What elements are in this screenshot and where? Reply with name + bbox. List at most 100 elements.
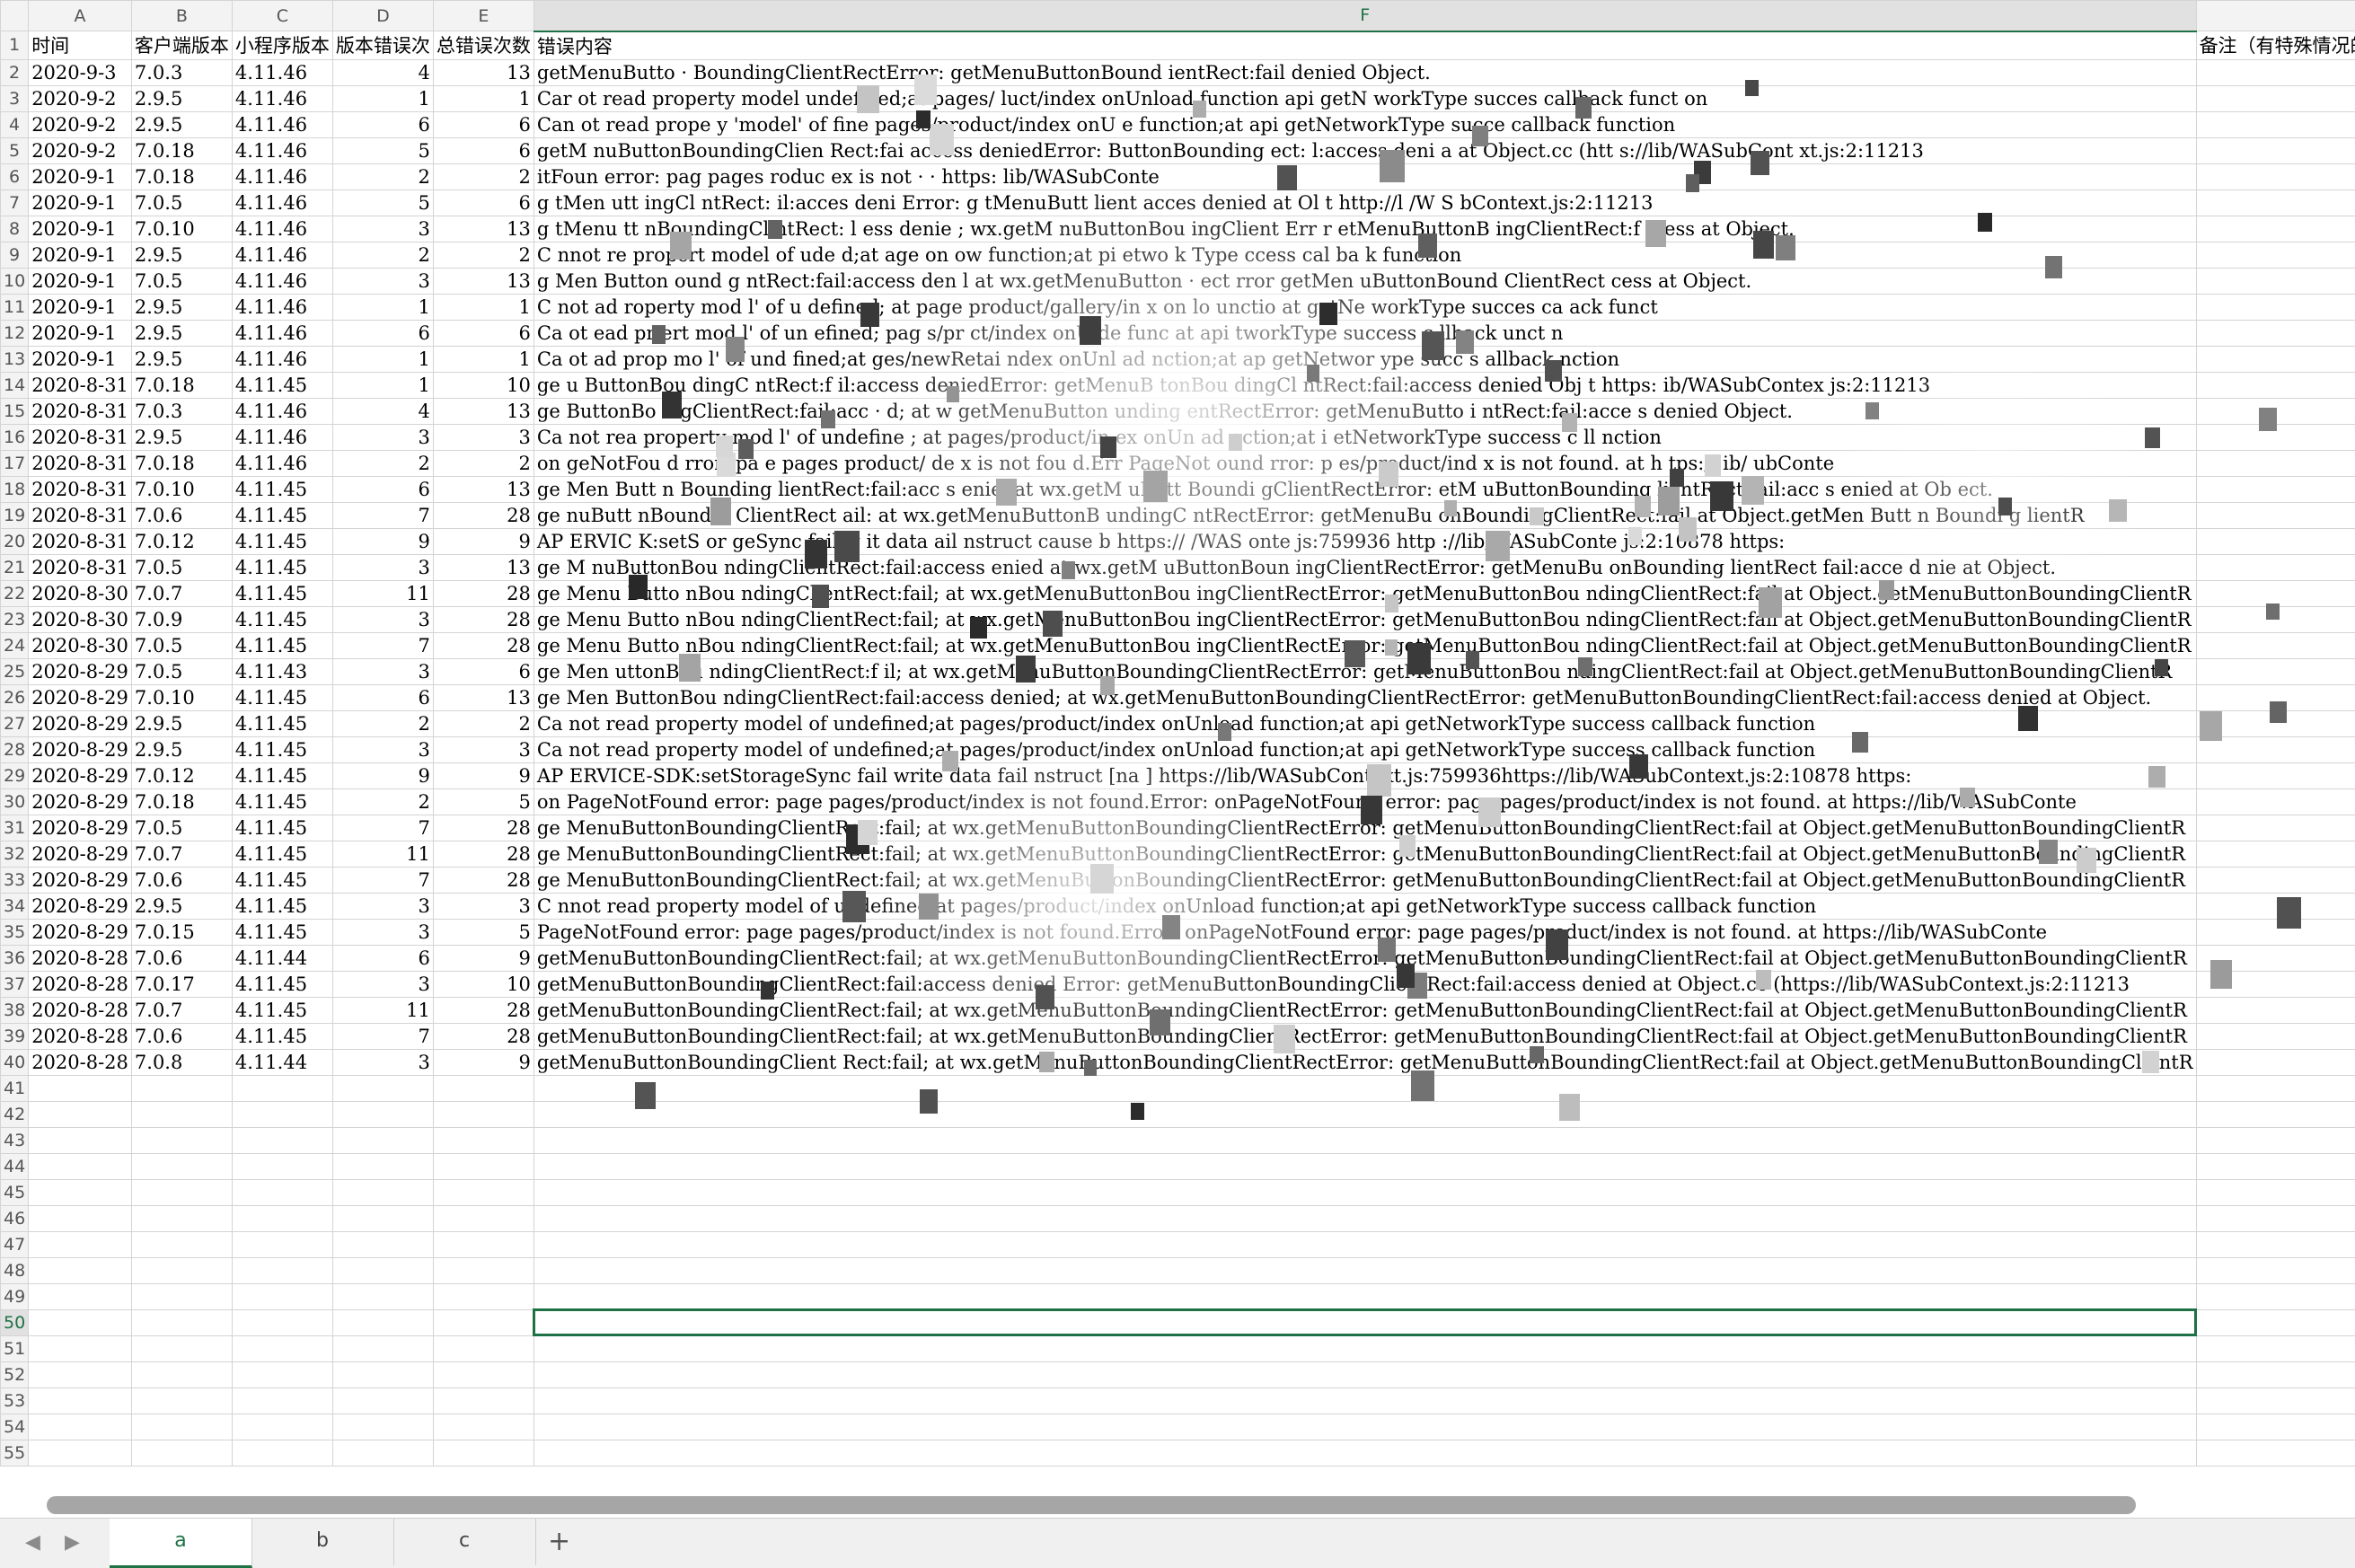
cell[interactable]: 7.0.18 (130, 449, 233, 477)
row-header[interactable]: 42 (0, 1100, 30, 1128)
cell[interactable]: 3 (331, 215, 434, 242)
row-header[interactable]: 39 (0, 1022, 30, 1050)
cell[interactable]: 2020-8-31 (28, 501, 132, 529)
row-header[interactable]: 7 (0, 189, 30, 216)
cell[interactable]: 2 (331, 449, 434, 477)
row-header[interactable]: 45 (0, 1178, 30, 1206)
cell[interactable] (432, 1100, 534, 1128)
row-header[interactable]: 34 (0, 892, 30, 920)
row-header[interactable]: 22 (0, 579, 30, 607)
cell[interactable]: 4.11.45 (231, 970, 333, 998)
cell[interactable]: 7.0.18 (130, 371, 233, 399)
cell[interactable] (331, 1204, 434, 1232)
cell[interactable] (2195, 762, 2355, 789)
cell[interactable] (432, 1126, 534, 1154)
error-content-cell[interactable]: g tMenu tt nBoundingCl ntRect: l ess den… (533, 215, 2197, 242)
error-content-cell[interactable]: ge Menu Butto nBou ndingClientRect:fail;… (533, 605, 2197, 633)
cell[interactable] (331, 1282, 434, 1310)
cell[interactable] (432, 1335, 534, 1362)
cell[interactable] (2195, 371, 2355, 399)
cell[interactable] (533, 1100, 2197, 1128)
cell[interactable]: 2020-8-29 (28, 736, 132, 763)
next-sheet-icon[interactable]: ▶ (65, 1531, 80, 1554)
cell[interactable]: 3 (331, 553, 434, 581)
error-content-cell[interactable]: Can ot read prope y 'model' of fine page… (533, 110, 2197, 138)
cell[interactable]: 6 (432, 319, 534, 347)
cell[interactable] (2195, 1178, 2355, 1206)
cell[interactable]: 2020-8-30 (28, 605, 132, 633)
cell[interactable] (533, 1256, 2197, 1284)
error-content-cell[interactable]: ge nuButt nBoundin ClientRect ail: at wx… (533, 501, 2197, 529)
row-header[interactable]: 21 (0, 553, 30, 581)
cell[interactable] (28, 1126, 132, 1154)
cell[interactable]: 6 (432, 189, 534, 216)
cell[interactable] (2195, 1100, 2355, 1128)
cell[interactable] (533, 1126, 2197, 1154)
selected-cell[interactable] (533, 1308, 2198, 1336)
cell[interactable]: 28 (432, 866, 534, 894)
cell[interactable] (231, 1100, 333, 1128)
cell[interactable] (2195, 1022, 2355, 1050)
row-header[interactable]: 54 (0, 1413, 30, 1440)
cell[interactable]: 2020-8-29 (28, 762, 132, 789)
cell[interactable] (2195, 189, 2355, 216)
cell[interactable]: 2020-8-28 (28, 1022, 132, 1050)
cell[interactable]: 3 (331, 657, 434, 685)
row-header[interactable]: 27 (0, 709, 30, 737)
cell[interactable]: 2.9.5 (130, 241, 233, 269)
cell[interactable]: 4.11.45 (231, 1022, 333, 1050)
cell[interactable] (2195, 1413, 2355, 1440)
cell[interactable] (2195, 319, 2355, 347)
cell[interactable] (331, 1178, 434, 1206)
cell[interactable]: 2020-8-29 (28, 683, 132, 711)
prev-sheet-icon[interactable]: ◀ (25, 1531, 40, 1554)
cell[interactable] (231, 1256, 333, 1284)
row-header[interactable]: 53 (0, 1387, 30, 1414)
cell[interactable] (432, 1152, 534, 1180)
cell[interactable]: 11 (331, 579, 434, 607)
row-header[interactable]: 50 (0, 1308, 30, 1336)
cell[interactable] (130, 1152, 233, 1180)
row-header[interactable]: 12 (0, 319, 30, 347)
error-content-cell[interactable]: Ca not rea property mod l' of undefine ;… (533, 423, 2197, 451)
cell[interactable]: 4.11.45 (231, 579, 333, 607)
cell[interactable]: 2 (432, 241, 534, 269)
cell[interactable]: 28 (432, 605, 534, 633)
cell[interactable] (2195, 345, 2355, 373)
cell[interactable]: 7 (331, 501, 434, 529)
cell[interactable]: 2020-9-1 (28, 319, 132, 347)
cell[interactable]: 3 (331, 1048, 434, 1076)
cell[interactable] (2195, 84, 2355, 112)
cell[interactable]: 13 (432, 553, 534, 581)
cell[interactable]: 10 (432, 970, 534, 998)
cell[interactable] (2195, 293, 2355, 321)
cell[interactable] (2195, 1204, 2355, 1232)
row-header[interactable]: 35 (0, 918, 30, 946)
cell[interactable] (432, 1204, 534, 1232)
cell[interactable]: 7.0.9 (130, 605, 233, 633)
row-header[interactable]: 20 (0, 527, 30, 555)
cell[interactable]: 6 (331, 475, 434, 503)
cell[interactable]: 4 (331, 58, 434, 86)
cell[interactable]: 6 (432, 137, 534, 164)
cell[interactable]: 7.0.3 (130, 58, 233, 86)
cell[interactable]: 3 (331, 918, 434, 946)
row-header[interactable]: 43 (0, 1126, 30, 1154)
cell[interactable]: 4.11.46 (231, 241, 333, 269)
cell[interactable]: 7.0.18 (130, 163, 233, 190)
header-cell-mini_version[interactable]: 小程序版本 (231, 31, 333, 60)
cell[interactable] (331, 1387, 434, 1414)
cell[interactable]: 2.9.5 (130, 736, 233, 763)
error-content-cell[interactable]: ge M nuButtonBou ndingClientRect:fail:ac… (533, 553, 2197, 581)
cell[interactable]: 4.11.46 (231, 449, 333, 477)
row-header[interactable]: 36 (0, 944, 30, 972)
error-content-cell[interactable]: ge Men ButtonBou ndingClientRect:fail:ac… (533, 683, 2197, 711)
cell[interactable]: 2 (432, 449, 534, 477)
cell[interactable]: 28 (432, 996, 534, 1024)
cell[interactable]: 7.0.5 (130, 189, 233, 216)
cell[interactable]: 28 (432, 501, 534, 529)
error-content-cell[interactable]: Ca ot ead pr ert mod l' of un efined; pa… (533, 319, 2197, 347)
cell[interactable] (231, 1282, 333, 1310)
row-header[interactable]: 15 (0, 397, 30, 425)
cell[interactable] (28, 1178, 132, 1206)
